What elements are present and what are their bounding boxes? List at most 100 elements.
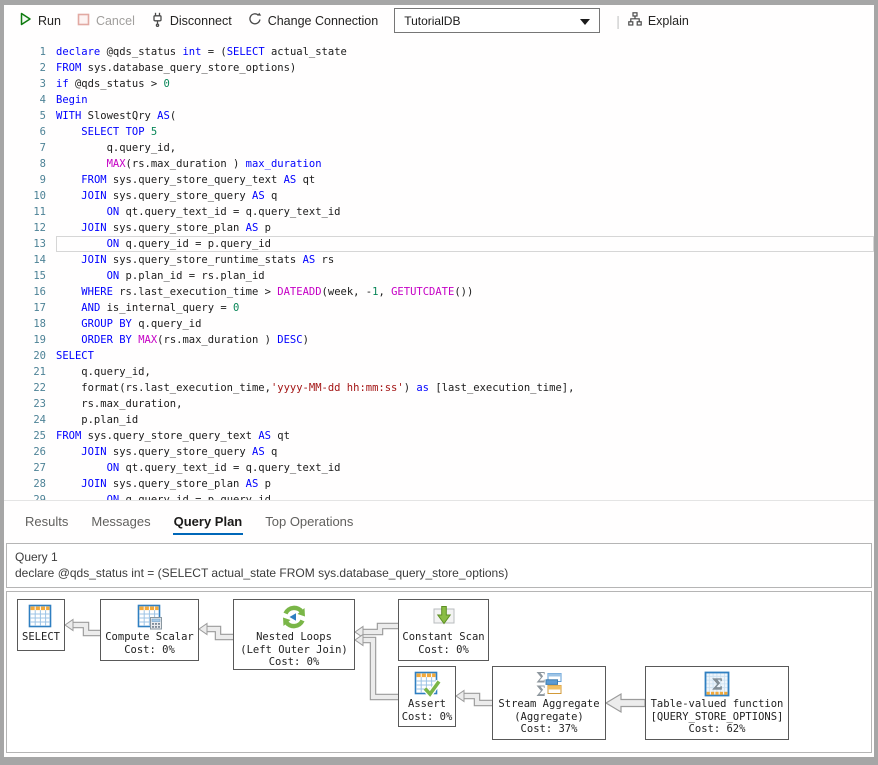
plan-node-label: Cost: 62% <box>689 723 746 736</box>
line-number: 24 <box>4 412 46 428</box>
code-line[interactable]: 15 ON p.plan_id = rs.plan_id <box>4 268 874 284</box>
database-dropdown[interactable]: TutorialDB <box>394 8 600 33</box>
explain-label: Explain <box>648 14 689 28</box>
line-number: 2 <box>4 60 46 76</box>
code-line[interactable]: 18 GROUP BY q.query_id <box>4 316 874 332</box>
line-number: 25 <box>4 428 46 444</box>
plan-node-label: Cost: 0% <box>402 711 453 724</box>
stream-aggregate-icon: ΣΣ <box>535 669 563 698</box>
code-line[interactable]: 7 q.query_id, <box>4 140 874 156</box>
line-number: 5 <box>4 108 46 124</box>
results-panel: Results Messages Query Plan Top Operatio… <box>4 500 874 757</box>
line-number: 13 <box>4 236 46 252</box>
code-line[interactable]: 2FROM sys.database_query_store_options) <box>4 60 874 76</box>
compute-scalar-icon <box>136 602 164 631</box>
code-line[interactable]: 11 ON qt.query_text_id = q.query_text_id <box>4 204 874 220</box>
code-line[interactable]: 9 FROM sys.query_store_query_text AS qt <box>4 172 874 188</box>
query-header: Query 1 declare @qds_status int = (SELEC… <box>6 543 872 588</box>
plan-node-label: Table-valued function <box>651 698 784 711</box>
chevron-down-icon <box>580 14 590 28</box>
line-number: 17 <box>4 300 46 316</box>
line-number: 12 <box>4 220 46 236</box>
code-line[interactable]: 20SELECT <box>4 348 874 364</box>
code-line[interactable]: 4Begin <box>4 92 874 108</box>
tab-messages[interactable]: Messages <box>90 508 151 535</box>
line-number: 7 <box>4 140 46 156</box>
code-line[interactable]: 27 ON qt.query_text_id = q.query_text_id <box>4 460 874 476</box>
code-line[interactable]: 25FROM sys.query_store_query_text AS qt <box>4 428 874 444</box>
explain-button[interactable]: Explain <box>628 12 689 29</box>
code-line[interactable]: 3if @qds_status > 0 <box>4 76 874 92</box>
line-number: 20 <box>4 348 46 364</box>
code-lines: 1declare @qds_status int = (SELECT actua… <box>4 44 874 500</box>
line-number: 18 <box>4 316 46 332</box>
code-line[interactable]: 19 ORDER BY MAX(rs.max_duration ) DESC) <box>4 332 874 348</box>
disconnect-label: Disconnect <box>170 14 232 28</box>
run-button[interactable]: Run <box>18 12 61 29</box>
svg-text:Σ: Σ <box>536 684 546 698</box>
plan-node-label: Stream Aggregate <box>498 698 599 711</box>
tab-top-operations[interactable]: Top Operations <box>264 508 354 535</box>
line-number: 29 <box>4 492 46 500</box>
constant-scan-icon <box>430 602 458 631</box>
line-number: 14 <box>4 252 46 268</box>
line-number: 9 <box>4 172 46 188</box>
code-line[interactable]: 21 q.query_id, <box>4 364 874 380</box>
line-number: 1 <box>4 44 46 60</box>
line-number: 6 <box>4 124 46 140</box>
plan-node-label: Cost: 0% <box>269 656 320 669</box>
line-number: 21 <box>4 364 46 380</box>
code-line[interactable]: 29 ON q.query_id = p.query_id <box>4 492 874 500</box>
table-icon <box>27 602 55 631</box>
tvf-icon: Σ <box>703 669 731 698</box>
plan-node-table-valued-function[interactable]: ΣTable-valued function[QUERY_STORE_OPTIO… <box>645 666 789 740</box>
code-line[interactable]: 6 SELECT TOP 5 <box>4 124 874 140</box>
change-connection-button[interactable]: Change Connection <box>248 12 379 29</box>
code-line[interactable]: 14 JOIN sys.query_store_runtime_stats AS… <box>4 252 874 268</box>
cancel-button[interactable]: Cancel <box>77 13 135 29</box>
code-line[interactable]: 23 rs.max_duration, <box>4 396 874 412</box>
line-number: 23 <box>4 396 46 412</box>
sql-editor[interactable]: 1declare @qds_status int = (SELECT actua… <box>4 36 874 500</box>
plan-node-stream-aggregate[interactable]: ΣΣStream Aggregate(Aggregate)Cost: 37% <box>492 666 606 740</box>
plan-node-label: Cost: 0% <box>418 644 469 657</box>
code-line[interactable]: 5WITH SlowestQry AS( <box>4 108 874 124</box>
line-number: 10 <box>4 188 46 204</box>
plan-node-label: Cost: 0% <box>124 644 175 657</box>
code-line[interactable]: 16 WHERE rs.last_execution_time > DATEAD… <box>4 284 874 300</box>
query-editor-window: Run Cancel Disconnect Change Connection … <box>0 0 878 765</box>
line-number: 11 <box>4 204 46 220</box>
line-number: 27 <box>4 460 46 476</box>
code-line[interactable]: 12 JOIN sys.query_store_plan AS p <box>4 220 874 236</box>
line-number: 28 <box>4 476 46 492</box>
line-number: 16 <box>4 284 46 300</box>
assert-icon <box>413 669 441 698</box>
code-line[interactable]: 10 JOIN sys.query_store_query AS q <box>4 188 874 204</box>
run-label: Run <box>38 14 61 28</box>
change-connection-label: Change Connection <box>268 14 379 28</box>
code-line[interactable]: 1declare @qds_status int = (SELECT actua… <box>4 44 874 60</box>
line-number: 8 <box>4 156 46 172</box>
query-toolbar: Run Cancel Disconnect Change Connection … <box>4 5 874 36</box>
code-line[interactable]: 22 format(rs.last_execution_time,'yyyy-M… <box>4 380 874 396</box>
code-line[interactable]: 17 AND is_internal_query = 0 <box>4 300 874 316</box>
plan-node-select[interactable]: SELECT <box>17 599 65 651</box>
toolbar-separator: | <box>616 13 620 29</box>
plan-node-compute-scalar[interactable]: Compute ScalarCost: 0% <box>100 599 199 661</box>
code-line[interactable]: 24 p.plan_id <box>4 412 874 428</box>
code-line[interactable]: 8 MAX(rs.max_duration ) max_duration <box>4 156 874 172</box>
plan-node-constant-scan[interactable]: Constant ScanCost: 0% <box>398 599 489 661</box>
refresh-connection-icon <box>248 12 262 29</box>
code-line[interactable]: 28 JOIN sys.query_store_plan AS p <box>4 476 874 492</box>
code-line[interactable]: 13 ON q.query_id = p.query_id <box>4 236 874 252</box>
plan-node-assert[interactable]: AssertCost: 0% <box>398 666 456 727</box>
plan-node-label: SELECT <box>22 631 60 644</box>
tab-results[interactable]: Results <box>24 508 69 535</box>
disconnect-button[interactable]: Disconnect <box>151 12 232 30</box>
plan-node-label: Compute Scalar <box>105 631 194 644</box>
tab-query-plan[interactable]: Query Plan <box>173 508 244 535</box>
plan-node-nested-loops[interactable]: Nested Loops(Left Outer Join)Cost: 0% <box>233 599 355 670</box>
code-line[interactable]: 26 JOIN sys.query_store_query AS q <box>4 444 874 460</box>
line-number: 26 <box>4 444 46 460</box>
query-plan-diagram[interactable]: SELECTCompute ScalarCost: 0%Nested Loops… <box>6 591 872 753</box>
